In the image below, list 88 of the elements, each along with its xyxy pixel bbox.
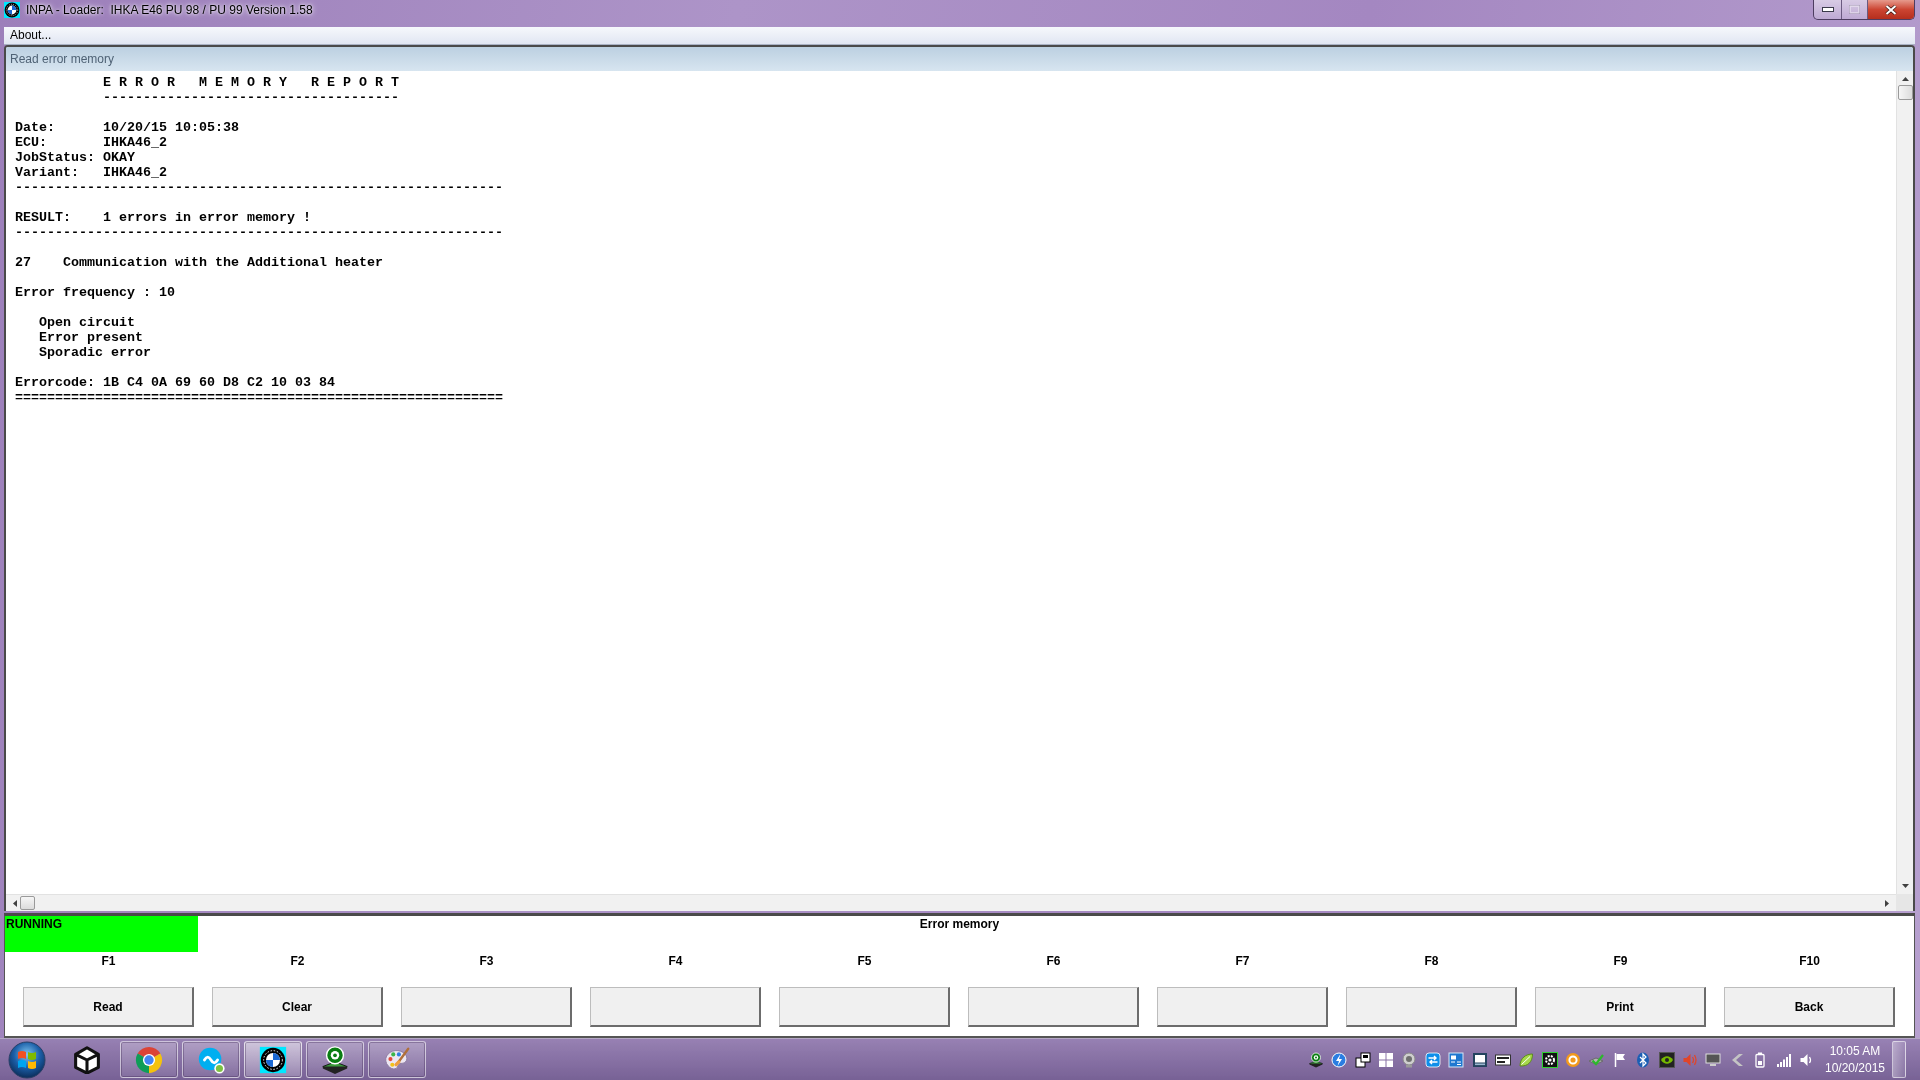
function-key-label: F5 (857, 953, 872, 970)
function-key-label: F10 (1799, 953, 1820, 970)
errorcode-line: Errorcode: 1B C4 0A 69 60 D8 C2 10 03 84 (15, 375, 335, 390)
result-label: RESULT: (15, 210, 72, 225)
result-value: 1 errors in error memory ! (102, 210, 311, 225)
function-button[interactable] (590, 987, 761, 1027)
function-button[interactable] (968, 987, 1139, 1027)
error-condition: Open circuit (39, 315, 135, 330)
leaf-icon[interactable] (1518, 1051, 1535, 1068)
minimize-button[interactable] (1814, 0, 1842, 19)
scroll-thumb[interactable] (1897, 85, 1913, 100)
field-value: IHKA46_2 (102, 135, 167, 150)
gear-icon[interactable] (1541, 1051, 1558, 1068)
taskbar-button[interactable] (182, 1041, 240, 1078)
function-button[interactable] (779, 987, 950, 1027)
disc-stack-icon[interactable] (320, 1044, 350, 1075)
roundel-icon[interactable] (258, 1044, 288, 1075)
error-condition: Error present (39, 330, 143, 345)
error-condition: Sporadic error (39, 345, 151, 360)
vertical-scrollbar[interactable] (1896, 71, 1913, 894)
clock-date[interactable]: 10/20/2015 (1824, 1059, 1886, 1077)
function-key-label: F1 (101, 953, 116, 970)
function-key-label: F9 (1613, 953, 1628, 970)
triangle-left-icon[interactable] (13, 899, 17, 907)
lightning-icon[interactable] (1331, 1051, 1348, 1068)
disc-stack-icon[interactable] (1307, 1051, 1324, 1068)
scrollbar-corner (1896, 894, 1913, 911)
function-key-label: F3 (479, 953, 494, 970)
menu-item[interactable]: About... (7, 27, 55, 44)
status-indicator: RUNNING (5, 916, 198, 952)
report-heading: E R R O R M E M O R Y R E P O R T (102, 75, 399, 90)
function-button[interactable] (1346, 987, 1517, 1027)
error-frequency: Error frequency : 10 (15, 285, 175, 300)
minimize-icon[interactable] (1821, 7, 1834, 12)
function-button[interactable]: Clear (212, 987, 383, 1027)
function-key-label: F4 (668, 953, 683, 970)
webcam-icon[interactable] (1401, 1051, 1418, 1068)
function-button[interactable]: Print (1535, 987, 1706, 1027)
function-button[interactable] (1157, 987, 1328, 1027)
triangle-down-icon[interactable] (1901, 884, 1909, 888)
cube-icon[interactable] (73, 1045, 101, 1074)
child-window-title: Read error memory (10, 52, 115, 66)
roundel-icon (4, 2, 20, 18)
close-button[interactable] (1868, 0, 1914, 19)
windows-logo-icon[interactable] (1377, 1051, 1394, 1068)
bluetooth-icon[interactable] (1635, 1051, 1652, 1068)
monitor-icon[interactable] (1705, 1051, 1722, 1068)
segmented-circle-icon[interactable] (134, 1044, 164, 1075)
window-title: INPA - Loader: IHKA E46 PU 98 / PU 99 Version 1.58 (26, 2, 313, 19)
field-value: OKAY (102, 150, 135, 165)
ring-icon[interactable] (1565, 1051, 1582, 1068)
dash-line: ------------------------------------------------------------- (15, 225, 503, 240)
separator-line: ============================================================= (15, 390, 503, 405)
field-label: JobStatus: (15, 150, 96, 165)
overlapping-squares-icon[interactable] (1354, 1051, 1371, 1068)
window-icon[interactable] (1471, 1051, 1488, 1068)
status-caption: Error memory (919, 917, 1000, 932)
triangle-right-icon[interactable] (1885, 899, 1889, 907)
dash-line: ------------------------------------- (102, 90, 399, 105)
function-button[interactable] (401, 987, 572, 1027)
function-button[interactable]: Read (23, 987, 194, 1027)
taskbar-button[interactable] (306, 1041, 364, 1078)
function-button[interactable]: Back (1724, 987, 1895, 1027)
field-value: IHKA46_2 (102, 165, 167, 180)
field-label: Date: (15, 120, 56, 135)
card-icon[interactable] (1494, 1051, 1511, 1068)
field-label: Variant: (15, 165, 80, 180)
scroll-thumb[interactable] (20, 896, 35, 910)
horizontal-scrollbar[interactable] (6, 894, 1896, 911)
taskbar-button[interactable] (244, 1041, 302, 1078)
clock-time[interactable]: 10:05 AM (1829, 1042, 1881, 1060)
arrows-tile-icon[interactable] (1424, 1051, 1441, 1068)
error-description: Communication with the Additional heater (63, 255, 383, 270)
function-key-label: F6 (1046, 953, 1061, 970)
tile-icon[interactable] (1448, 1051, 1465, 1068)
function-key-label: F7 (1235, 953, 1250, 970)
field-label: ECU: (15, 135, 48, 150)
windows-logo-icon[interactable] (8, 1040, 46, 1079)
dash-line: ------------------------------------------------------------- (15, 180, 503, 195)
function-key-label: F8 (1424, 953, 1439, 970)
signal-icon[interactable] (1775, 1051, 1792, 1068)
function-key-label: F2 (290, 953, 305, 970)
field-value: 10/20/15 10:05:38 (102, 120, 239, 135)
eye-icon[interactable] (1658, 1051, 1675, 1068)
close-icon[interactable] (1885, 4, 1897, 15)
show-desktop-button[interactable] (1892, 1041, 1906, 1078)
error-number: 27 (15, 255, 32, 270)
triangle-up-icon[interactable] (1901, 77, 1909, 81)
